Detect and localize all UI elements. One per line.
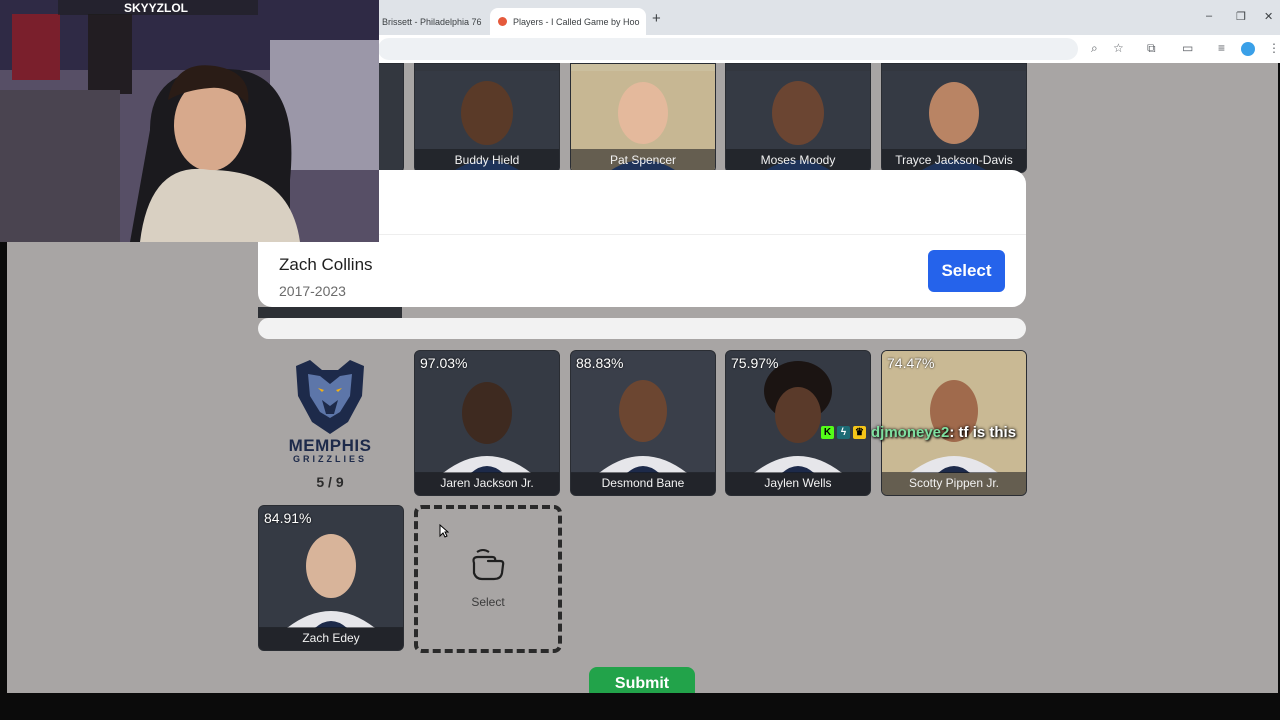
match-percent: 84.91% xyxy=(264,510,312,526)
new-tab-button[interactable]: + xyxy=(652,10,661,27)
match-percent: 74.47% xyxy=(887,355,935,371)
player-name: Pat Spencer xyxy=(571,149,715,172)
crown-icon: ♛ xyxy=(853,425,866,439)
cast-icon[interactable]: ▭ xyxy=(1182,41,1193,55)
tap-hand-icon xyxy=(472,549,505,581)
match-percent: 97.03% xyxy=(420,355,468,371)
card-edge xyxy=(258,307,402,318)
player-name: Jaylen Wells xyxy=(726,472,870,495)
extensions-icon[interactable]: ⧉ xyxy=(1147,41,1156,56)
player-card[interactable]: Trayce Jackson-Davis xyxy=(881,63,1027,173)
minimize-window-button[interactable]: – xyxy=(1206,10,1212,22)
player-name: Desmond Bane xyxy=(571,472,715,495)
player-name: Buddy Hield xyxy=(415,149,559,172)
progress-bar xyxy=(258,318,1026,339)
streamer-handle: SKYYZLOL xyxy=(124,1,188,15)
player-name: Moses Moody xyxy=(726,149,870,172)
close-tab-icon[interactable]: ✕ xyxy=(482,15,486,28)
webcam-feed: SKYYZLOL xyxy=(0,0,379,242)
submit-button[interactable]: Submit xyxy=(589,667,695,693)
address-bar[interactable] xyxy=(378,38,1078,60)
chat-username: djmoneye2 xyxy=(871,423,950,441)
restore-window-button[interactable]: ❐ xyxy=(1236,10,1246,23)
player-name: Zach Edey xyxy=(259,627,403,650)
bottom-bar xyxy=(0,693,1280,720)
search-result-name: Zach Collins xyxy=(279,255,373,274)
team-progress-count: 5 / 9 xyxy=(316,474,344,490)
player-name: Jaren Jackson Jr. xyxy=(415,472,559,495)
player-card[interactable]: Pat Spencer xyxy=(570,63,716,173)
bolt-icon: ϟ xyxy=(837,425,850,439)
zoom-icon[interactable]: ⌕ xyxy=(1091,41,1098,56)
browser-menu-icon[interactable]: ⋮ xyxy=(1268,41,1280,55)
basketball-favicon-icon xyxy=(498,17,507,26)
stream-chat-message: K ϟ ♛ djmoneye2 : tf is this xyxy=(821,422,1016,442)
player-card[interactable]: Moses Moody xyxy=(725,63,871,173)
chat-text: : tf is this xyxy=(949,423,1017,441)
tab-title: Players - I Called Game by Hoo xyxy=(513,16,640,27)
select-player-button[interactable]: Select xyxy=(928,250,1005,292)
mouse-cursor-icon xyxy=(439,524,449,538)
kick-icon: K xyxy=(821,425,834,439)
grizzlies-logo-icon xyxy=(296,360,364,434)
media-control-icon[interactable]: ≡ xyxy=(1218,41,1225,55)
team-name: MEMPHIS xyxy=(288,436,372,455)
close-tab-icon[interactable]: ✕ xyxy=(640,15,647,28)
team-panel: MEMPHIS GRIZZLIES 5 / 9 xyxy=(258,350,402,494)
player-name: Scotty Pippen Jr. xyxy=(882,472,1026,495)
selected-player-card[interactable]: 84.91% Zach Edey xyxy=(258,505,404,651)
selected-player-card[interactable]: 97.03% Jaren Jackson Jr. xyxy=(414,350,560,496)
player-name: Trayce Jackson-Davis xyxy=(882,149,1026,172)
close-window-button[interactable]: ✕ xyxy=(1264,10,1273,23)
bookmark-star-icon[interactable]: ☆ xyxy=(1113,41,1124,55)
player-card[interactable]: Buddy Hield xyxy=(414,63,560,173)
browser-tab-players[interactable]: Players - I Called Game by Hoo ✕ xyxy=(490,8,646,35)
browser-tab-philadelphia[interactable]: Brissett - Philadelphia 76 ✕ xyxy=(374,8,486,35)
profile-avatar-icon[interactable] xyxy=(1241,42,1255,56)
selected-player-card[interactable]: 88.83% Desmond Bane xyxy=(570,350,716,496)
empty-player-slot[interactable]: Select xyxy=(414,505,562,653)
search-result-years: 2017-2023 xyxy=(279,283,346,299)
match-percent: 88.83% xyxy=(576,355,624,371)
match-percent: 75.97% xyxy=(731,355,779,371)
streamer-webcam: SKYYZLOL xyxy=(0,0,379,242)
team-subname: GRIZZLIES xyxy=(293,454,367,464)
empty-slot-label: Select xyxy=(471,595,505,609)
tab-title: Brissett - Philadelphia 76 xyxy=(382,16,482,27)
